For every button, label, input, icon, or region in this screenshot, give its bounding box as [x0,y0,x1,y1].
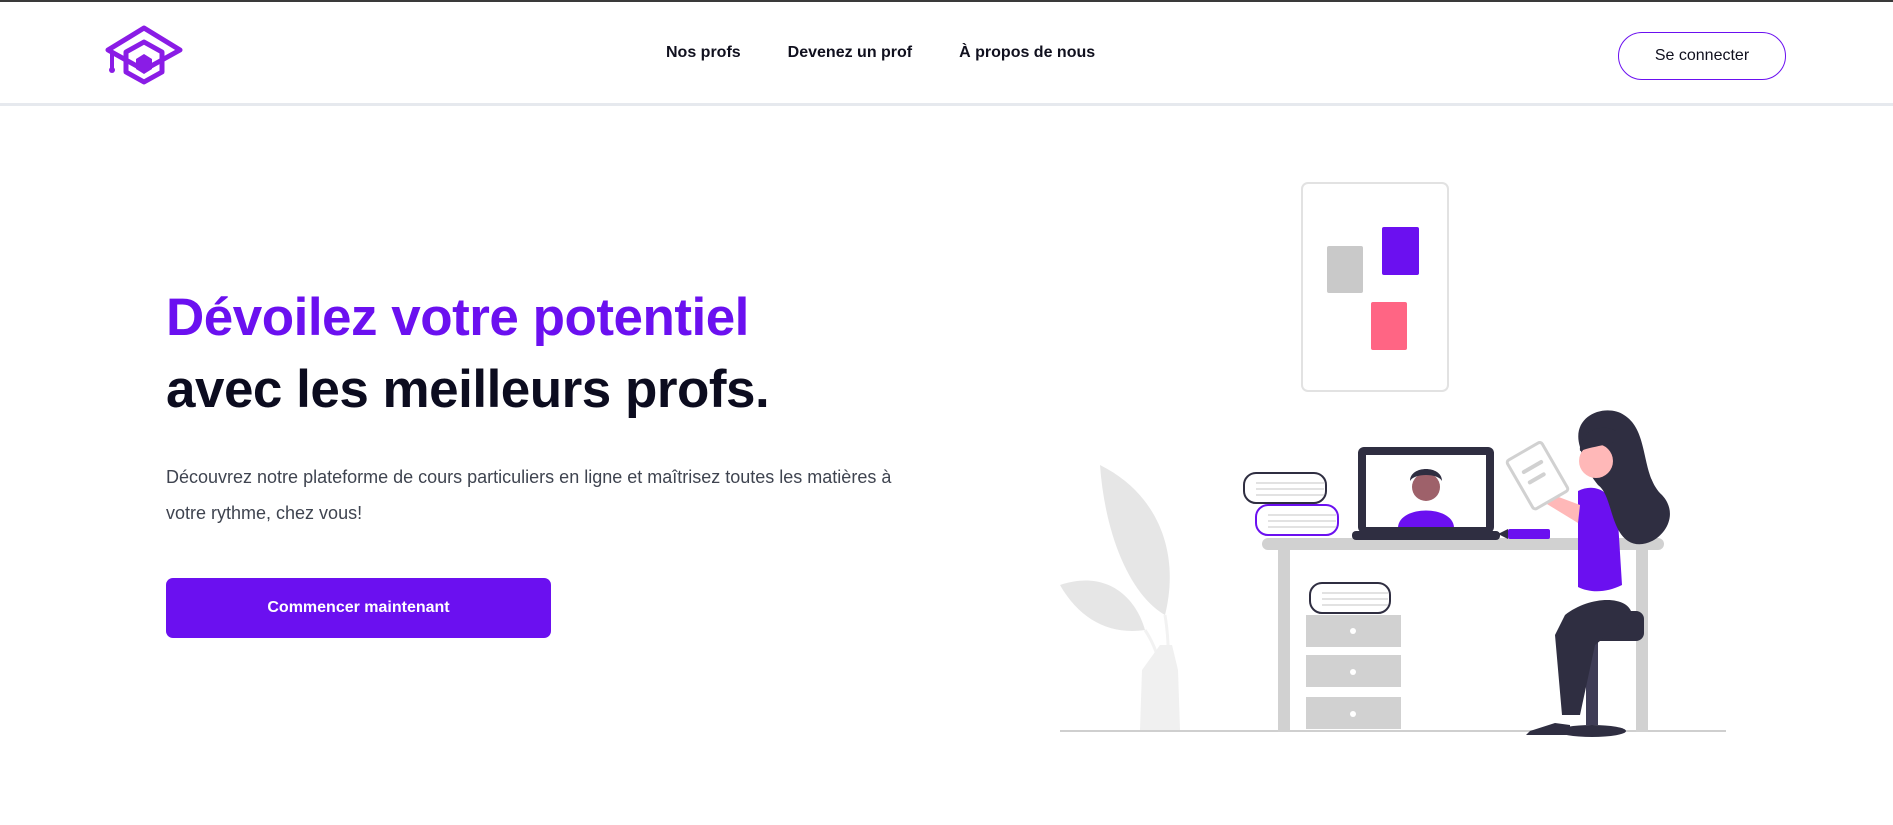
main-nav: Nos profs Devenez un prof À propos de no… [666,44,1142,62]
start-now-button[interactable]: Commencer maintenant [166,578,551,638]
hero-description: Découvrez notre plateforme de cours part… [166,467,892,523]
nav-link-nos-profs[interactable]: Nos profs [666,44,741,62]
hero-title-line1: Dévoilez votre potentiel [166,288,749,347]
hero-illustration [1050,175,1730,750]
hero-title-line2: avec les meilleurs profs. [166,360,770,419]
login-button[interactable]: Se connecter [1618,32,1786,80]
logo[interactable] [104,24,184,86]
graduation-hexagon-logo-icon [105,25,183,85]
site-header: Nos profs Devenez un prof À propos de no… [0,2,1893,106]
online-tutoring-illustration-icon [1060,182,1726,737]
hero-title: Dévoilez votre potentiel avec les meille… [166,282,770,426]
nav-link-a-propos[interactable]: À propos de nous [959,44,1095,62]
nav-link-devenez-un-prof[interactable]: Devenez un prof [788,44,912,62]
